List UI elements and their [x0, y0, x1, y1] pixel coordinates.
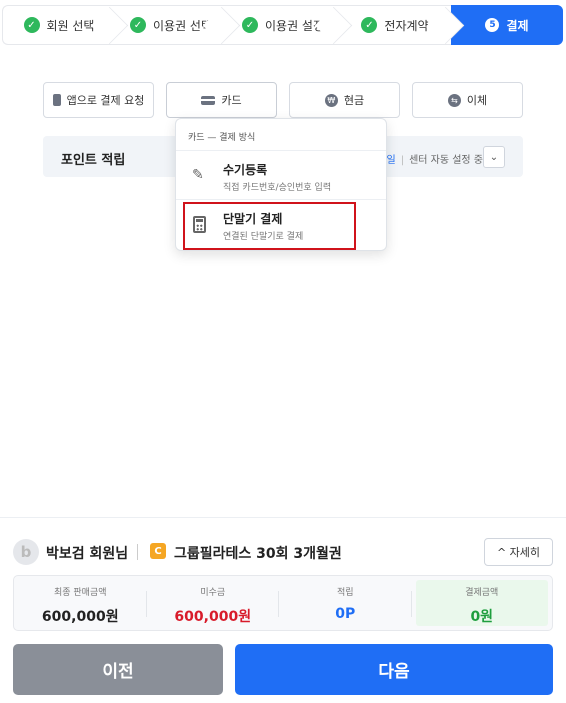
final-price-label: 최종 판매금액 — [53, 588, 107, 598]
step-member-select[interactable]: ✓ 회원 선택 — [2, 5, 115, 45]
member-row: b 박보검 회원님 C 그룹필라테스 30회 3개월권 ^ 자세히 — [13, 538, 553, 566]
card-method-dropdown: 카드 — 결제 방식 ✎ 수기등록 직접 카드번호/승인번호 입력 단말기 결제… — [175, 118, 387, 251]
step-pass-select[interactable]: ✓ 이용권 선택 — [115, 5, 227, 45]
step-payment[interactable]: 5 결제 — [451, 5, 563, 45]
step-pass-settings[interactable]: ✓ 이용권 설정 — [227, 5, 339, 45]
divider — [137, 544, 138, 560]
manual-entry-option[interactable]: ✎ 수기등록 직접 카드번호/승인번호 입력 — [176, 152, 386, 200]
cash-payment-label: 현금 — [343, 94, 365, 107]
won-icon: ₩ — [324, 93, 338, 107]
payment-summary: 최종 판매금액 600,000원 미수금 600,000원 적립 0P 결제금액… — [13, 575, 553, 631]
pass-name: 그룹필라테스 30회 3개월권 — [174, 546, 342, 562]
transfer-payment-label: 이체 — [466, 94, 488, 107]
phone-icon — [52, 94, 61, 106]
pencil-icon: ✎ — [192, 167, 204, 183]
check-icon: ✓ — [361, 17, 378, 33]
bottom-panel: b 박보검 회원님 C 그룹필라테스 30회 3개월권 ^ 자세히 최종 판매금… — [0, 517, 566, 703]
paid-amount-label: 결제금액 — [465, 588, 499, 598]
check-icon: ✓ — [129, 17, 146, 33]
option-title: 수기등록 — [223, 163, 268, 177]
action-buttons: 이전 다음 — [13, 644, 553, 695]
calculator-icon — [193, 216, 206, 233]
step-label: 전자계약 — [384, 18, 429, 33]
dropdown-header: 카드 — 결제 방식 — [176, 119, 386, 151]
points-value: 0P — [335, 606, 356, 622]
next-button[interactable]: 다음 — [235, 644, 553, 695]
cash-payment-button[interactable]: ₩ 현금 — [289, 82, 400, 118]
point-title: 포인트 적립 — [61, 153, 126, 168]
point-expand-button[interactable]: ⌄ — [483, 146, 505, 168]
option-title: 단말기 결제 — [223, 212, 283, 226]
payment-method-row: 앱으로 결제 요청 카드 ₩ 현금 ⇆ 이체 — [43, 82, 523, 118]
point-auto-text: 센터 자동 설정 중 — [409, 155, 483, 166]
progress-stepper: ✓ 회원 선택 ✓ 이용권 선택 ✓ 이용권 설정 ✓ 전자계약 5 결제 — [2, 5, 563, 45]
unpaid-label: 미수금 — [200, 588, 226, 598]
credit-card-icon — [201, 95, 216, 105]
terminal-payment-option[interactable]: 단말기 결제 연결된 단말기로 결제 — [176, 201, 386, 249]
transfer-payment-button[interactable]: ⇆ 이체 — [412, 82, 523, 118]
member-name: 박보검 회원님 — [46, 546, 129, 562]
app-payment-button[interactable]: 앱으로 결제 요청 — [43, 82, 154, 118]
points-cell: 적립 0P — [279, 576, 412, 630]
points-label: 적립 — [336, 588, 354, 598]
final-price-value: 600,000원 — [41, 609, 119, 625]
unpaid-value: 600,000원 — [174, 609, 252, 625]
point-status: 일 | 센터 자동 설정 중 — [386, 155, 483, 166]
app-payment-label: 앱으로 결제 요청 — [66, 94, 145, 107]
avatar: b — [13, 539, 39, 565]
step-e-contract[interactable]: ✓ 전자계약 — [339, 5, 451, 45]
point-mark: 일 — [386, 155, 396, 166]
check-icon: ✓ — [241, 17, 258, 33]
transfer-icon: ⇆ — [447, 93, 461, 107]
previous-button[interactable]: 이전 — [13, 644, 223, 695]
step-label: 회원 선택 — [46, 18, 95, 33]
paid-amount-cell: 결제금액 0원 — [415, 580, 548, 626]
card-payment-label: 카드 — [221, 94, 242, 107]
card-payment-button[interactable]: 카드 — [166, 82, 277, 118]
paid-amount-value: 0원 — [470, 609, 494, 625]
detail-button[interactable]: ^ 자세히 — [484, 538, 553, 566]
step-label: 이용권 설정 — [264, 18, 324, 33]
step-label: 결제 — [506, 18, 529, 33]
option-subtitle: 직접 카드번호/승인번호 입력 — [223, 183, 332, 193]
option-subtitle: 연결된 단말기로 결제 — [223, 232, 304, 242]
pass-badge: C — [150, 543, 166, 559]
check-icon: ✓ — [23, 17, 40, 33]
unpaid-cell: 미수금 600,000원 — [147, 576, 280, 630]
step-label: 이용권 선택 — [152, 18, 212, 33]
step-number-badge: 5 — [485, 18, 500, 32]
final-price-cell: 최종 판매금액 600,000원 — [14, 576, 147, 630]
chevron-down-icon: ⌄ — [489, 151, 499, 163]
